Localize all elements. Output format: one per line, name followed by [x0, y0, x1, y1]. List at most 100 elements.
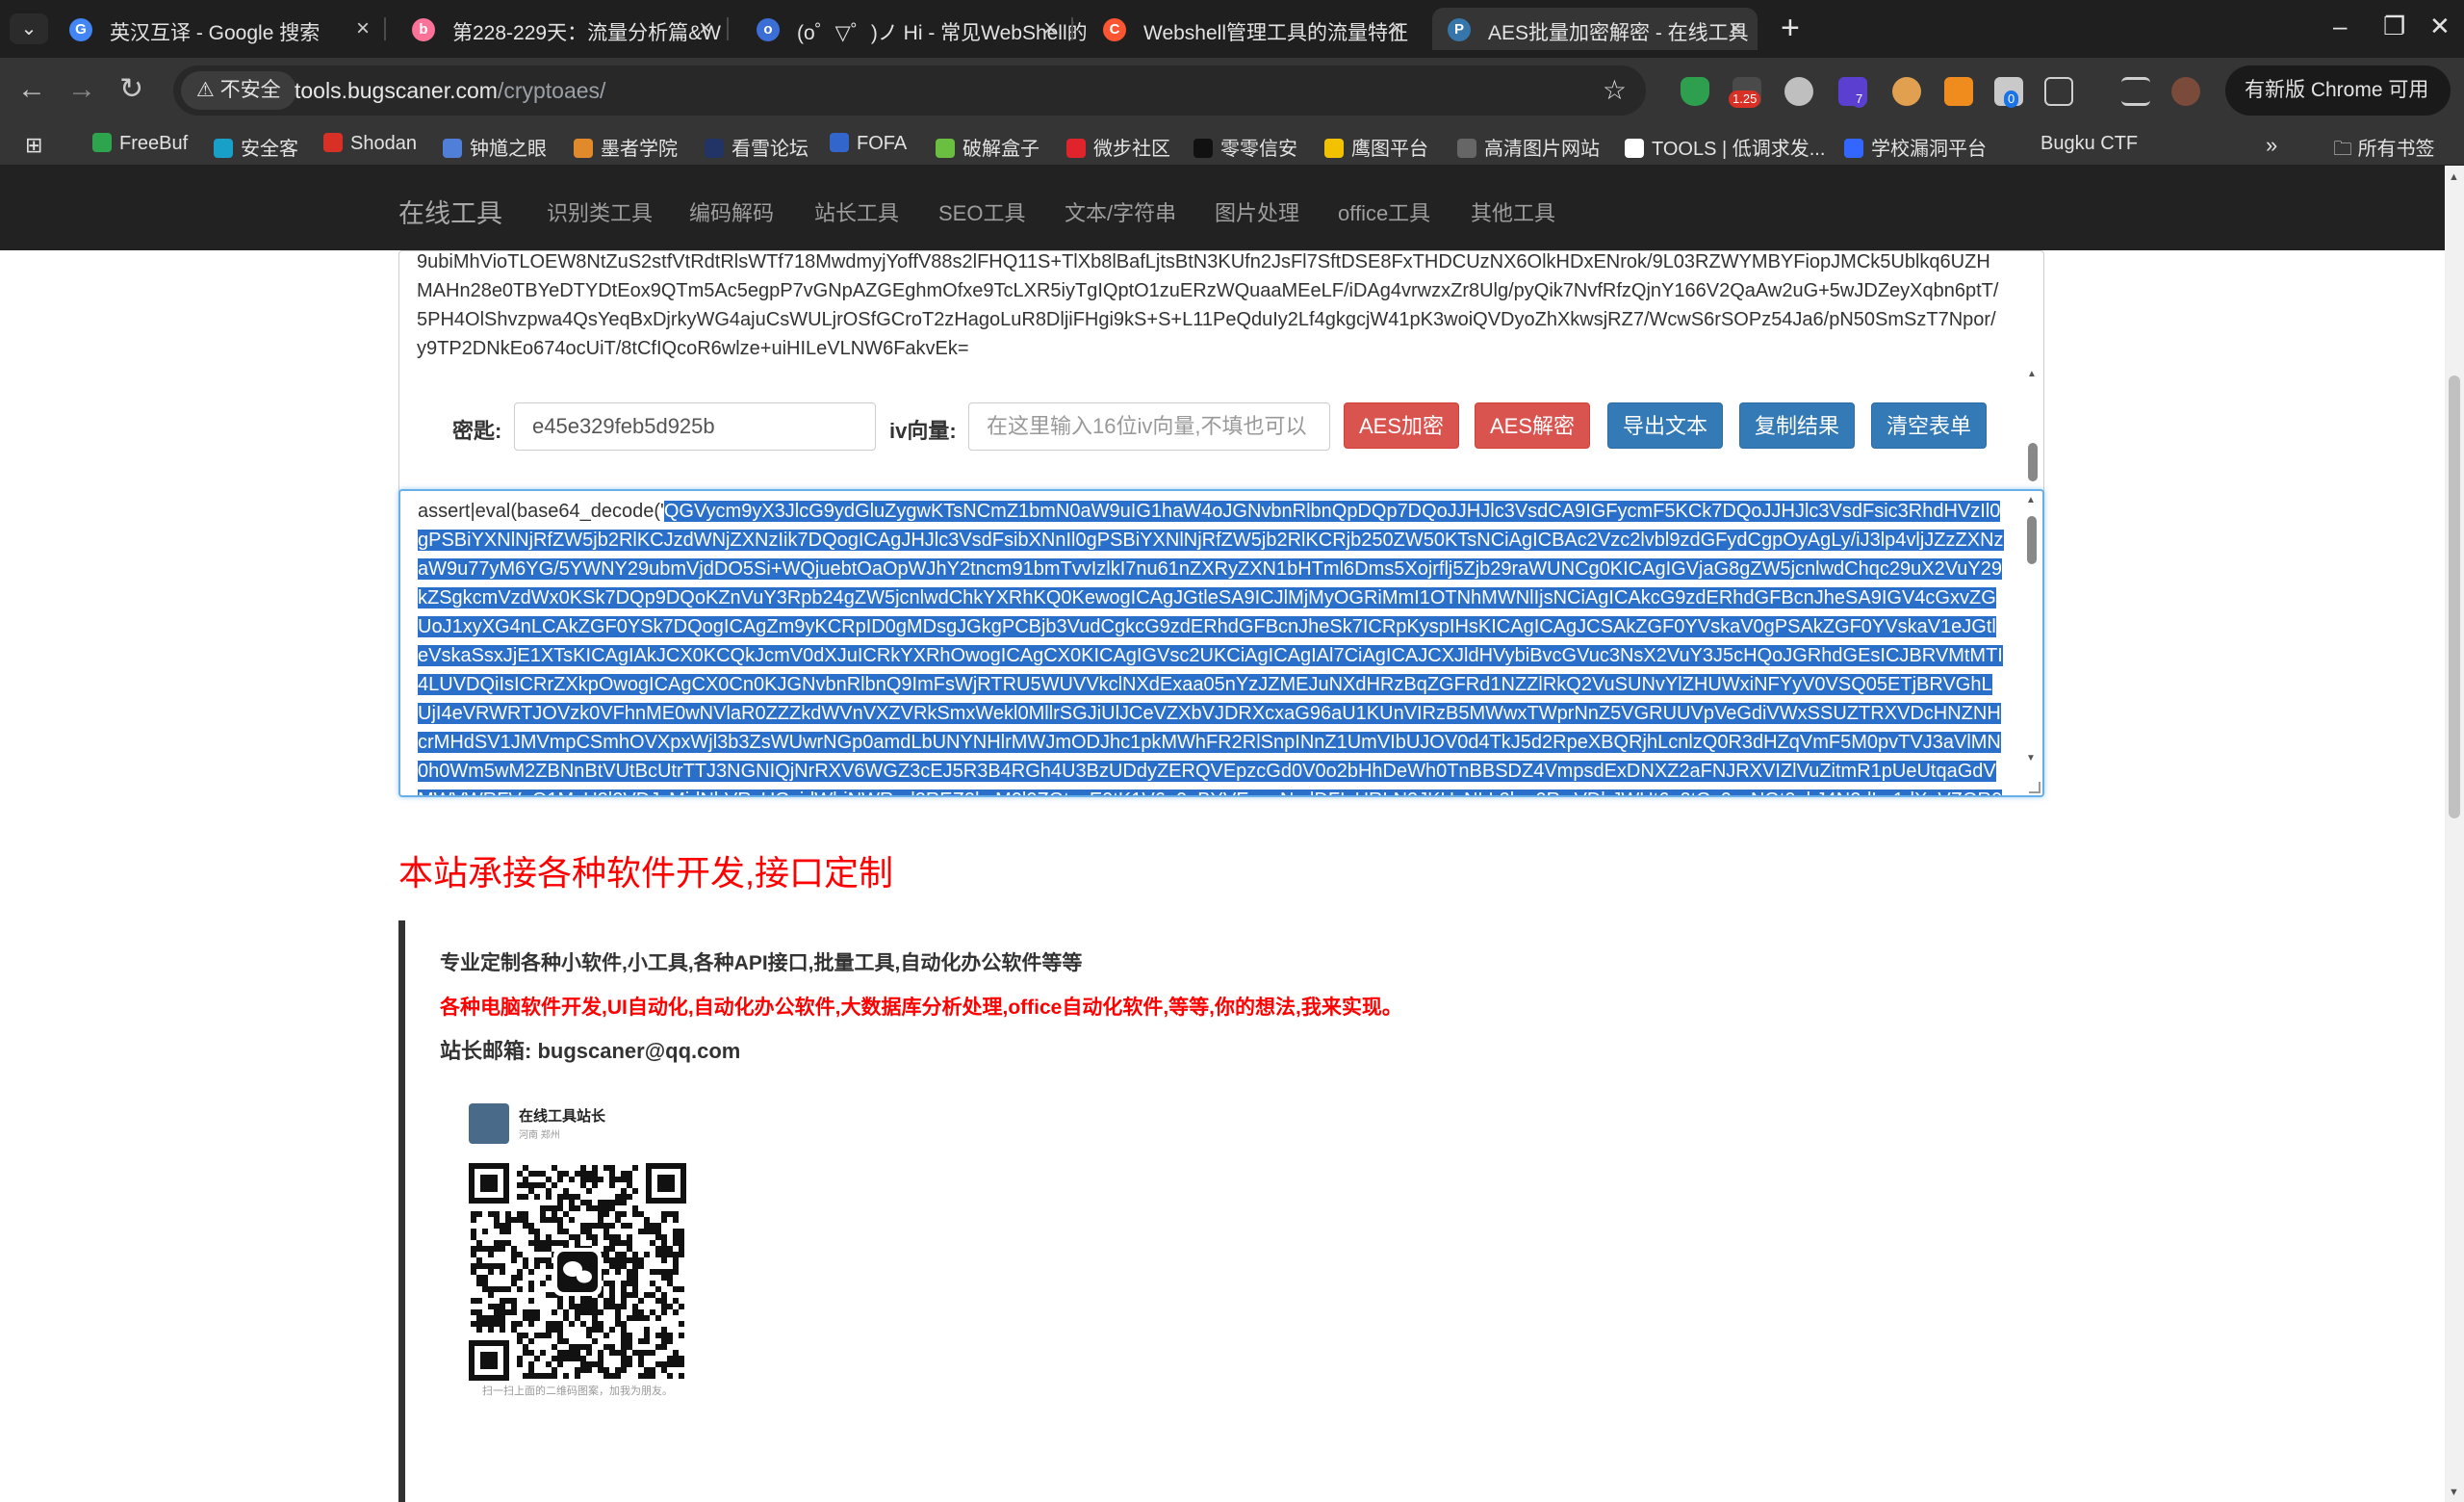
site-brand[interactable]: 在线工具	[398, 193, 502, 230]
browser-tab[interactable]: o (o゜▽゜)ノ Hi - 常见WebShell的 ×	[741, 8, 1086, 50]
aes-decrypt-button[interactable]: AES解密	[1475, 402, 1590, 449]
restore-icon[interactable]: ❐	[2383, 12, 2405, 41]
key-input[interactable]: e45e329feb5d925b	[514, 402, 876, 451]
resize-grip-icon[interactable]	[2029, 782, 2040, 793]
more-bookmarks-icon[interactable]: »	[2266, 133, 2277, 158]
scroll-up-arrow-icon[interactable]: ▲	[2027, 369, 2037, 379]
qr-module	[603, 1269, 609, 1275]
site-nav-link[interactable]: office工具	[1338, 196, 1430, 227]
close-tab-icon[interactable]: ×	[1390, 15, 1403, 42]
output-scrollbar[interactable]: ▲ ▼	[2023, 493, 2040, 793]
bookmark-item[interactable]: TOOLS | 低调求发...	[1625, 133, 1825, 161]
qr-module	[661, 1327, 667, 1333]
qr-module	[661, 1361, 667, 1367]
bookmark-item[interactable]: Shodan	[323, 133, 417, 155]
forward-icon[interactable]: →	[67, 73, 96, 106]
qr-module	[575, 1373, 580, 1379]
shield-extension-icon[interactable]	[1681, 77, 1709, 106]
scroll-thumb[interactable]	[2027, 516, 2037, 564]
site-nav-link[interactable]: 其他工具	[1471, 196, 1555, 227]
scroll-down-arrow-icon[interactable]: ▼	[2026, 753, 2036, 764]
back-icon[interactable]: ←	[17, 73, 46, 106]
qr-module	[627, 1275, 632, 1281]
qr-module	[592, 1182, 598, 1188]
qr-module	[655, 1234, 661, 1240]
export-text-button[interactable]: 导出文本	[1607, 402, 1723, 449]
scroll-down-arrow-icon[interactable]: ▼	[2449, 1487, 2459, 1498]
qr-module	[528, 1338, 534, 1344]
qr-module	[552, 1321, 557, 1327]
site-nav-link[interactable]: SEO工具	[938, 196, 1025, 227]
close-window-icon[interactable]: ✕	[2429, 12, 2451, 41]
input-scrollbar[interactable]: ▲ ▼	[2024, 253, 2041, 527]
apps-grid-icon[interactable]: ⊞	[25, 133, 42, 158]
bookmark-item[interactable]: 安全客	[214, 133, 298, 161]
bookmark-item[interactable]: 零零信安	[1194, 133, 1297, 161]
bookmark-item[interactable]: 学校漏洞平台	[1844, 133, 1987, 161]
page-scrollbar[interactable]: ▲ ▼	[2445, 166, 2464, 1502]
media-control-icon[interactable]	[2121, 77, 2150, 106]
scroll-thumb[interactable]	[2028, 443, 2038, 481]
bookmark-star-icon[interactable]: ☆	[1603, 74, 1627, 106]
qr-module	[476, 1281, 482, 1286]
url-text[interactable]: tools.bugscaner.com/cryptoaes/	[295, 78, 605, 104]
output-textarea[interactable]: assert|eval(base64_decode('QGVycm9yX3Jlc…	[398, 489, 2044, 797]
site-nav-link[interactable]: 识别类工具	[547, 196, 653, 227]
aes-encrypt-button[interactable]: AES加密	[1344, 402, 1459, 449]
qr-module	[673, 1356, 679, 1361]
profile-avatar[interactable]	[2171, 77, 2200, 106]
qr-module	[563, 1229, 569, 1234]
site-nav-link[interactable]: 站长工具	[814, 196, 899, 227]
qr-module	[661, 1292, 667, 1298]
tab-search-button[interactable]: ⌄	[10, 13, 48, 44]
close-tab-icon[interactable]: ×	[1043, 15, 1057, 42]
bookmark-favicon-icon	[830, 133, 849, 152]
bookmark-item[interactable]: Bugku CTF	[2014, 133, 2138, 155]
bookmark-item[interactable]: 看雪论坛	[705, 133, 808, 161]
qr-module	[661, 1240, 667, 1246]
scroll-up-arrow-icon[interactable]: ▲	[2449, 171, 2459, 183]
browser-tab[interactable]: P AES批量加密解密 - 在线工具 ×	[1432, 8, 1758, 50]
site-nav-link[interactable]: 文本/字符串	[1065, 196, 1176, 227]
extensions-puzzle-icon[interactable]	[2044, 77, 2073, 106]
qr-module	[673, 1240, 679, 1246]
browser-tab[interactable]: G 英汉互译 - Google 搜索 ×	[54, 8, 386, 50]
qr-module	[615, 1217, 621, 1223]
qr-module	[557, 1194, 563, 1200]
close-tab-icon[interactable]: ×	[356, 15, 370, 42]
browser-tab[interactable]: b 第228-229天：流量分析篇&W ×	[397, 8, 729, 50]
glasses-extension-icon[interactable]	[1784, 77, 1813, 106]
scroll-up-arrow-icon[interactable]: ▲	[2026, 495, 2036, 505]
page-scroll-thumb[interactable]	[2449, 376, 2460, 818]
all-bookmarks-folder[interactable]: 🗀 所有书签	[2333, 133, 2435, 168]
qr-module	[679, 1252, 684, 1257]
download-extension-icon[interactable]	[1944, 77, 1973, 106]
close-tab-icon[interactable]: ×	[699, 15, 712, 42]
qr-module	[679, 1229, 684, 1234]
iv-input[interactable]: 在这里输入16位iv向量,不填也可以	[968, 402, 1330, 451]
copy-result-button[interactable]: 复制结果	[1739, 402, 1855, 449]
reload-icon[interactable]: ↻	[119, 73, 143, 106]
bookmark-item[interactable]: 高清图片网站	[1457, 133, 1600, 161]
bookmark-item[interactable]: 墨者学院	[574, 133, 678, 161]
bookmark-item[interactable]: FreeBuf	[92, 133, 188, 155]
qr-module	[650, 1269, 655, 1275]
clear-form-button[interactable]: 清空表单	[1871, 402, 1987, 449]
security-chip[interactable]: ⚠ 不安全	[181, 71, 296, 110]
address-bar[interactable]: ⚠ 不安全 tools.bugscaner.com/cryptoaes/ ☆	[173, 65, 1646, 116]
bookmark-item[interactable]: 鹰图平台	[1324, 133, 1428, 161]
bookmark-item[interactable]: 微步社区	[1066, 133, 1170, 161]
chrome-update-button[interactable]: 有新版 Chrome 可用⋮	[2225, 65, 2451, 151]
new-tab-button[interactable]: +	[1781, 12, 1800, 44]
qr-module	[552, 1165, 557, 1171]
bookmark-item[interactable]: 破解盒子	[936, 133, 1040, 161]
site-nav-link[interactable]: 图片处理	[1215, 196, 1299, 227]
cookie-extension-icon[interactable]	[1892, 77, 1921, 106]
site-nav-link[interactable]: 编码解码	[689, 196, 774, 227]
minimize-icon[interactable]: –	[2333, 12, 2347, 41]
close-tab-icon[interactable]: ×	[1729, 15, 1742, 42]
bookmark-item[interactable]: 钟馗之眼	[443, 133, 547, 161]
input-textarea[interactable]: 9ubiMhVioTLOEW8NtZuS2stfVtRdtRlsWTf718Mw…	[398, 250, 2044, 530]
browser-tab[interactable]: C Webshell管理工具的流量特征 ×	[1088, 8, 1419, 50]
bookmark-item[interactable]: FOFA	[830, 133, 907, 155]
